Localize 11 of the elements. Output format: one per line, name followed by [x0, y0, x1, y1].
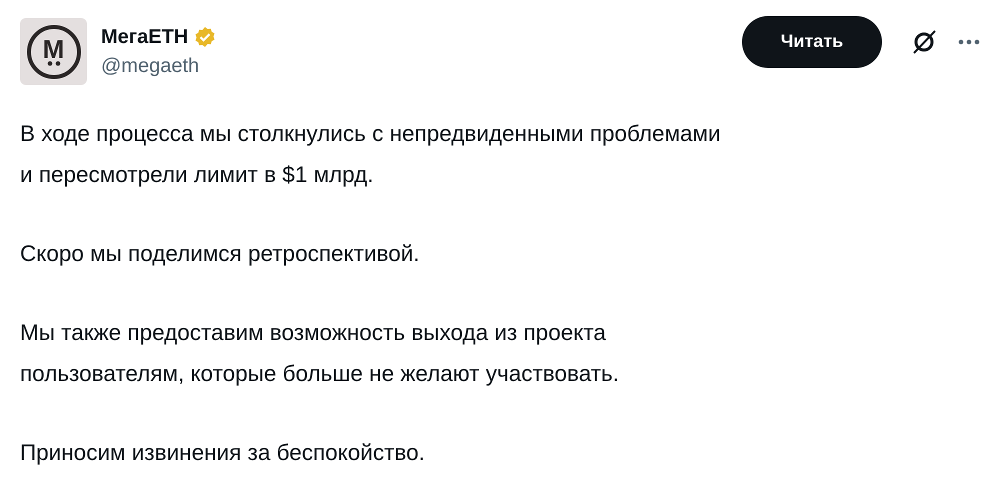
more-icon[interactable] [958, 38, 980, 44]
avatar[interactable]: M [20, 18, 87, 85]
post-paragraph: Скоро мы поделимся ретроспективой. [20, 240, 421, 268]
post-paragraph: В ходе процесса мы столкнулись с непредвиденными проблемами и пересмотрели лимит в $1 млрд. [20, 120, 722, 189]
dots-icon [46, 61, 60, 66]
author-handle[interactable]: @megaeth [101, 54, 728, 78]
author-name[interactable]: MегаETH [101, 26, 188, 48]
post-paragraph: Мы также предоставим возможность выхода из проекта пользователям, которые больше не желают участвовать. [20, 319, 620, 388]
post-paragraph: Приносим извинения за беспокойство. [20, 439, 426, 467]
logo-letter: M [42, 37, 64, 61]
follow-button[interactable]: Читать [742, 16, 882, 68]
